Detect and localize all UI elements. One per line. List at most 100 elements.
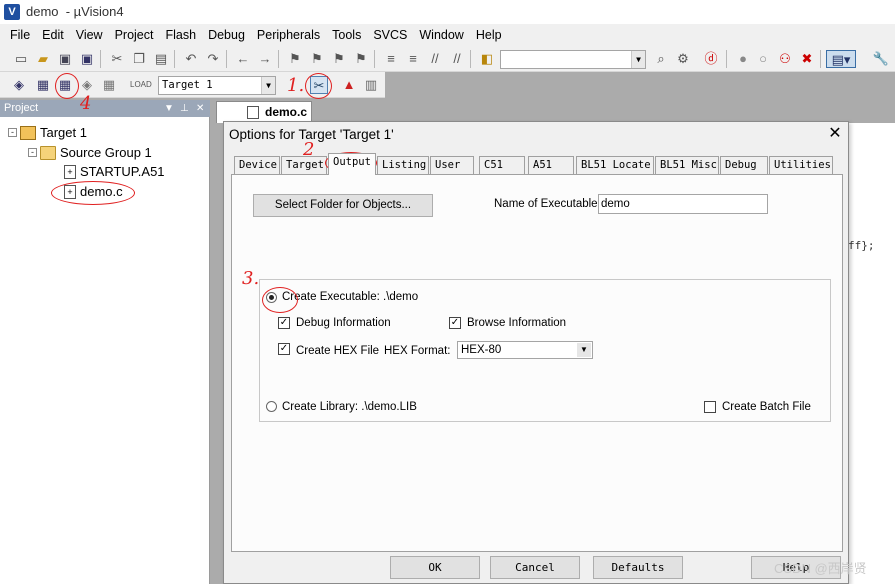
menu-file[interactable]: File	[4, 24, 36, 46]
defaults-button[interactable]: Defaults	[593, 556, 683, 579]
tab-device[interactable]: Device	[234, 156, 280, 175]
indent-icon[interactable]: ≡	[382, 50, 400, 68]
bookmark-icon[interactable]: ⚑	[286, 50, 304, 68]
menu-help[interactable]: Help	[470, 24, 508, 46]
breakpoint-insert-icon[interactable]: ●	[734, 50, 752, 68]
close-icon[interactable]: ✕	[196, 100, 204, 117]
annotation-1: 1.	[287, 75, 305, 96]
manage-components-icon[interactable]: ▲	[340, 76, 358, 94]
tab-c51[interactable]: C51	[479, 156, 525, 175]
build-icon[interactable]: ▦	[34, 76, 52, 94]
ok-button[interactable]: OK	[390, 556, 480, 579]
menu-edit[interactable]: Edit	[36, 24, 70, 46]
tab-bl51-misc[interactable]: BL51 Misc	[655, 156, 719, 175]
select-packs-icon[interactable]: ▥	[362, 76, 380, 94]
create-hex-checkbox[interactable]: ✓	[278, 343, 290, 355]
tab-a51[interactable]: A51	[528, 156, 574, 175]
browse-information-checkbox[interactable]: ✓	[449, 317, 461, 329]
comment-icon[interactable]: //	[426, 50, 444, 68]
find-icon[interactable]: ⌕	[652, 50, 670, 68]
tab-bl51-locate[interactable]: BL51 Locate	[576, 156, 654, 175]
incremental-find-icon[interactable]: ⚙	[674, 50, 692, 68]
debug-session-icon[interactable]: ⓓ	[702, 50, 720, 68]
name-of-executable-label: Name of Executable:	[494, 198, 601, 210]
collapse-icon[interactable]: -	[8, 128, 17, 137]
save-icon[interactable]: ▣	[56, 50, 74, 68]
debug-information-checkbox[interactable]: ✓	[278, 317, 290, 329]
watermark: CSDN @西岸贤	[774, 561, 867, 576]
name-of-executable-input[interactable]: demo	[598, 194, 768, 214]
undo-icon[interactable]: ↶	[182, 50, 200, 68]
chevron-down-icon: ▼	[577, 343, 591, 357]
create-batch-checkbox[interactable]	[704, 401, 716, 413]
menu-debug[interactable]: Debug	[202, 24, 251, 46]
open-folder-icon[interactable]: ▰	[34, 50, 52, 68]
breakpoint-disable-all-icon[interactable]: ⚇	[776, 50, 794, 68]
hex-format-select[interactable]: HEX-80 ▼	[457, 341, 593, 359]
uncomment-icon[interactable]: //	[448, 50, 466, 68]
tree-target[interactable]: - Target 1	[8, 125, 87, 140]
translate-icon[interactable]: ◈	[10, 76, 28, 94]
create-executable-label: Create Executable: .\demo	[282, 291, 419, 303]
nav-forward-icon[interactable]: →	[256, 50, 274, 68]
editor-tab-demo[interactable]: demo.c	[216, 101, 312, 123]
cancel-button[interactable]: Cancel	[490, 556, 580, 579]
annotation-4: 4	[80, 93, 92, 114]
copy-icon[interactable]: ❐	[130, 50, 148, 68]
tab-debug[interactable]: Debug	[720, 156, 768, 175]
menu-svcs[interactable]: SVCS	[367, 24, 413, 46]
create-batch-label: Create Batch File	[722, 401, 811, 413]
cut-icon[interactable]: ✂	[108, 50, 126, 68]
tab-user[interactable]: User	[430, 156, 474, 175]
nav-back-icon[interactable]: ←	[234, 50, 252, 68]
bookmark-next-icon[interactable]: ⚑	[330, 50, 348, 68]
code-fragment: ff};	[848, 239, 875, 252]
annotation-2: 2	[303, 139, 315, 160]
menu-project[interactable]: Project	[109, 24, 160, 46]
create-library-radio[interactable]	[266, 401, 277, 412]
tab-output[interactable]: Output	[328, 153, 376, 175]
debug-information-label: Debug Information	[296, 317, 391, 329]
bookmark-clear-icon[interactable]: ⚑	[352, 50, 370, 68]
menu-window[interactable]: Window	[413, 24, 469, 46]
pane-menu-icon[interactable]: ▼	[164, 100, 174, 117]
annotation-circle-rebuild	[55, 73, 79, 99]
batch-build-icon[interactable]: ◈	[78, 76, 96, 94]
save-all-icon[interactable]: ▣	[78, 50, 96, 68]
annotation-3: 3.	[242, 268, 260, 289]
browse-information-label: Browse Information	[467, 317, 567, 329]
dialog-close-icon[interactable]: ✕	[826, 125, 844, 143]
unindent-icon[interactable]: ≡	[404, 50, 422, 68]
tab-listing[interactable]: Listing	[377, 156, 429, 175]
tree-file-startup[interactable]: + STARTUP.A51	[64, 164, 165, 179]
tab-utilities[interactable]: Utilities	[769, 156, 833, 175]
menu-tools[interactable]: Tools	[326, 24, 367, 46]
download-icon[interactable]: LOAD	[130, 76, 152, 94]
menu-bar: File Edit View Project Flash Debug Perip…	[0, 24, 895, 46]
create-library-label: Create Library: .\demo.LIB	[282, 401, 417, 413]
folder-icon	[40, 145, 56, 160]
annotation-circle-options	[305, 73, 332, 99]
new-file-icon[interactable]: ▭	[12, 50, 30, 68]
find-combo[interactable]: ▼	[500, 50, 646, 69]
collapse-icon[interactable]: -	[28, 148, 37, 157]
menu-flash[interactable]: Flash	[159, 24, 202, 46]
window-title: demo - µVision4	[26, 4, 124, 19]
find-in-files-icon[interactable]: ◧	[478, 50, 496, 68]
stop-build-icon[interactable]: ▦	[100, 76, 118, 94]
paste-icon[interactable]: ▤	[152, 50, 170, 68]
menu-peripherals[interactable]: Peripherals	[251, 24, 326, 46]
configure-icon[interactable]: 🔧	[872, 50, 890, 68]
pin-icon[interactable]: ⊥	[180, 100, 189, 117]
target-select[interactable]: Target 1 ▼	[158, 76, 276, 95]
tree-source-group[interactable]: - Source Group 1	[28, 145, 152, 160]
bookmark-prev-icon[interactable]: ⚑	[308, 50, 326, 68]
file-icon	[247, 106, 259, 119]
select-folder-button[interactable]: Select Folder for Objects...	[253, 194, 433, 217]
redo-icon[interactable]: ↷	[204, 50, 222, 68]
breakpoint-kill-all-icon[interactable]: ✖	[798, 50, 816, 68]
menu-view[interactable]: View	[70, 24, 109, 46]
hex-format-label: HEX Format:	[384, 345, 451, 357]
window-layout-icon[interactable]: ▤▾	[826, 50, 856, 68]
breakpoint-disable-icon[interactable]: ○	[754, 50, 772, 68]
